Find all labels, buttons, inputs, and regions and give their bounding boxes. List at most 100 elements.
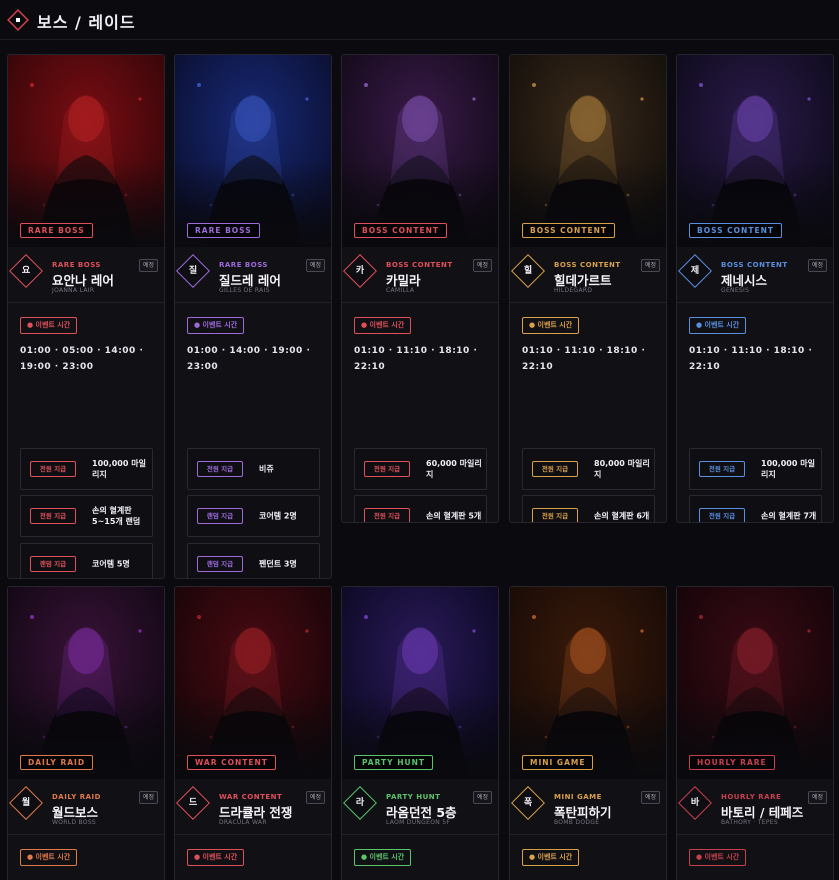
boss-english-name: CAMILLA [386, 287, 415, 294]
reward-value: 코어템 5명 [92, 559, 130, 569]
boss-glyph-icon: 라 [343, 786, 377, 820]
boss-type-label: BOSS CONTENT [721, 261, 788, 269]
boss-glyph-letter: 드 [188, 798, 198, 808]
scheduled-badge: 예정 [138, 259, 158, 272]
reward-type-tag: 랜덤 지급 [197, 508, 243, 524]
boss-name-bar: 힐 BOSS CONTENT 힐데가르트 HILDEGARD 예정 [510, 247, 666, 303]
boss-card[interactable]: PARTY HUNT 라 PARTY HUNT 라옴던전 5층 LAOM DUNGEON… [341, 586, 499, 880]
event-time-label: ● 이벤트 시간 [187, 317, 245, 334]
reward-row: 랜덤 지급 펜던트 3명 [187, 543, 320, 578]
scheduled-badge: 예정 [640, 791, 660, 804]
boss-artwork [510, 587, 666, 779]
boss-card[interactable]: RARE BOSS 질 RARE BOSS 질드레 레어 GILLES DE RAIS 예… [174, 54, 332, 579]
reward-value: 코어템 2명 [259, 511, 297, 521]
boss-artwork [175, 587, 331, 779]
reward-type-tag: 전원 지급 [197, 461, 243, 477]
boss-artwork [510, 55, 666, 247]
boss-glyph-icon: 요 [9, 254, 43, 288]
event-time-label: ● 이벤트 시간 [187, 849, 245, 866]
boss-glyph-letter: 바 [690, 798, 700, 808]
content-tag: BOSS CONTENT [689, 223, 782, 238]
event-time-label: ● 이벤트 시간 [20, 317, 78, 334]
scheduled-badge: 예정 [807, 791, 827, 804]
content-tag: DAILY RAID [20, 755, 94, 770]
boss-artwork [342, 55, 498, 247]
boss-glyph-icon: 폭 [511, 786, 545, 820]
event-time-label: ● 이벤트 시간 [354, 849, 412, 866]
reward-value: 손의 혈계판 7개 [761, 511, 817, 521]
boss-card[interactable]: RARE BOSS 요 RARE BOSS 요안나 레어 JOANNA LAIR 예정 ● … [7, 54, 165, 579]
boss-type-label: HOURLY RARE [721, 793, 782, 801]
boss-glyph-icon: 바 [678, 786, 712, 820]
reward-row: 전원 지급 100,000 마일리지 [20, 448, 153, 490]
boss-english-name: JOANNA LAIR [52, 287, 95, 294]
reward-type-tag: 전원 지급 [30, 508, 76, 524]
event-time-label: ● 이벤트 시간 [689, 317, 747, 334]
boss-card[interactable]: BOSS CONTENT 제 BOSS CONTENT 제네시스 GENESIS 예정 ● … [676, 54, 834, 523]
boss-english-name: GILLES DE RAIS [219, 287, 270, 294]
boss-name-bar: 제 BOSS CONTENT 제네시스 GENESIS 예정 [677, 247, 833, 303]
boss-card[interactable]: HOURLY RARE 바 HOURLY RARE 바토리 / 테페즈 BATHORY … [676, 586, 834, 880]
reward-row: 랜덤 지급 코어템 5명 [20, 543, 153, 578]
boss-type-label: DAILY RAID [52, 793, 101, 801]
page-header: 보스 / 레이드 [0, 0, 839, 40]
boss-english-name: LAOM DUNGEON 5F [386, 819, 451, 826]
content-tag: BOSS CONTENT [354, 223, 447, 238]
boss-name-bar: 폭 MINI GAME 폭탄피하기 BOMB DODGE 예정 [510, 779, 666, 835]
boss-glyph-icon: 힐 [511, 254, 545, 288]
boss-glyph-icon: 카 [343, 254, 377, 288]
reward-type-tag: 랜덤 지급 [197, 556, 243, 572]
event-time-label: ● 이벤트 시간 [522, 317, 580, 334]
scheduled-badge: 예정 [472, 791, 492, 804]
content-tag: WAR CONTENT [187, 755, 276, 770]
boss-glyph-letter: 제 [690, 266, 700, 276]
reward-value: 60,000 마일리지 [426, 459, 482, 479]
boss-english-name: WORLD BOSS [52, 819, 97, 826]
boss-card[interactable]: MINI GAME 폭 MINI GAME 폭탄피하기 BOMB DODGE 예정 ● 이벤… [509, 586, 667, 880]
event-time-label: ● 이벤트 시간 [20, 849, 78, 866]
event-times: 01:10 · 11:10 · 18:10 · 22:10 [689, 346, 813, 372]
boss-artwork [677, 587, 833, 779]
boss-english-name: BOMB DODGE [554, 819, 600, 826]
boss-name-bar: 바 HOURLY RARE 바토리 / 테페즈 BATHORY · TEPES 예정 [677, 779, 833, 835]
boss-artwork [8, 55, 164, 247]
event-time-label: ● 이벤트 시간 [354, 317, 412, 334]
content-tag: RARE BOSS [20, 223, 93, 238]
boss-artwork [175, 55, 331, 247]
reward-value: 손의 혈계판 6개 [594, 511, 650, 521]
reward-row: 전원 지급 100,000 마일리지 [689, 448, 822, 490]
scheduled-badge: 예정 [472, 259, 492, 272]
boss-name-bar: 드 WAR CONTENT 드라큘라 전쟁 DRACULA WAR 예정 [175, 779, 331, 835]
content-tag: PARTY HUNT [354, 755, 433, 770]
boss-name-bar: 카 BOSS CONTENT 카밀라 CAMILLA 예정 [342, 247, 498, 303]
reward-row: 전원 지급 손의 혈계판 6개 [522, 495, 655, 522]
boss-card[interactable]: BOSS CONTENT 힐 BOSS CONTENT 힐데가르트 HILDEGARD 예… [509, 54, 667, 523]
boss-glyph-letter: 카 [355, 266, 365, 276]
diamond-icon [7, 9, 29, 31]
reward-type-tag: 전원 지급 [532, 508, 578, 522]
reward-type-tag: 전원 지급 [30, 461, 76, 477]
reward-row: 전원 지급 60,000 마일리지 [354, 448, 487, 490]
reward-row: 전원 지급 비쥬 [187, 448, 320, 490]
scheduled-badge: 예정 [807, 259, 827, 272]
reward-type-tag: 전원 지급 [532, 461, 578, 477]
reward-type-tag: 랜덤 지급 [30, 556, 76, 572]
boss-english-name: GENESIS [721, 287, 750, 294]
boss-glyph-letter: 요 [21, 266, 31, 276]
boss-english-name: BATHORY · TEPES [721, 819, 778, 826]
boss-card[interactable]: WAR CONTENT 드 WAR CONTENT 드라큘라 전쟁 DRACULA WA… [174, 586, 332, 880]
boss-type-label: WAR CONTENT [219, 793, 283, 801]
boss-type-label: RARE BOSS [52, 261, 101, 269]
boss-glyph-icon: 월 [9, 786, 43, 820]
boss-glyph-letter: 폭 [523, 798, 533, 808]
boss-name-bar: 라 PARTY HUNT 라옴던전 5층 LAOM DUNGEON 5F 예정 [342, 779, 498, 835]
reward-value: 펜던트 3명 [259, 559, 297, 569]
boss-name-bar: 요 RARE BOSS 요안나 레어 JOANNA LAIR 예정 [8, 247, 164, 303]
boss-glyph-letter: 힐 [523, 266, 533, 276]
content-tag: RARE BOSS [187, 223, 260, 238]
boss-card[interactable]: DAILY RAID 월 DAILY RAID 월드보스 WORLD BOSS 예정 ● 이… [7, 586, 165, 880]
event-time-label: ● 이벤트 시간 [689, 849, 747, 866]
boss-card[interactable]: BOSS CONTENT 카 BOSS CONTENT 카밀라 CAMILLA 예정 ● 이… [341, 54, 499, 523]
boss-type-label: MINI GAME [554, 793, 602, 801]
scheduled-badge: 예정 [305, 791, 325, 804]
